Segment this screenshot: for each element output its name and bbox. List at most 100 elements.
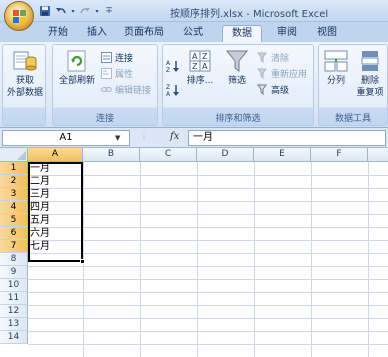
advanced-filter-icon [257, 84, 268, 96]
svg-text:A: A [202, 62, 208, 71]
column-header-d[interactable]: D [197, 148, 254, 162]
row-header[interactable]: 5 [0, 214, 28, 227]
properties-button[interactable]: 属性 [101, 67, 133, 80]
office-logo-icon [13, 10, 26, 23]
row-header[interactable]: 11 [0, 292, 28, 305]
edit-links-label: 编辑链接 [115, 86, 152, 96]
tab-insert[interactable]: 插入 [80, 25, 114, 42]
sort-filter-group: AZ ZA A Z Z A 排序... 筛选 清除 重新应用 高级 排序和筛选 [162, 44, 314, 126]
get-external-data-group: 获取 外部数据 [2, 44, 46, 126]
select-all-corner[interactable] [0, 148, 28, 162]
remove-duplicates-button[interactable]: 删除 重复项 [353, 49, 387, 99]
dropdown-arrow-icon[interactable]: ▾ [94, 4, 100, 18]
row-header[interactable]: 9 [0, 266, 28, 279]
grid-line [368, 162, 369, 357]
column-header-e[interactable]: E [254, 148, 311, 162]
properties-label: 属性 [115, 70, 134, 80]
grid-line [28, 279, 388, 280]
refresh-icon [64, 49, 90, 73]
save-icon[interactable] [38, 4, 52, 18]
row-header[interactable]: 2 [0, 175, 28, 188]
filter-label: 筛选 [227, 76, 246, 86]
sort-button[interactable]: A Z Z A 排序... [183, 49, 217, 87]
row-header[interactable]: 13 [0, 318, 28, 331]
data-tools-group-label: 数据工具 [334, 114, 371, 124]
dropdown-arrow-icon[interactable]: ▾ [70, 4, 76, 18]
grid-line [140, 162, 141, 357]
remove-duplicates-label-1: 删除 [360, 76, 379, 86]
undo-icon[interactable] [54, 4, 68, 18]
row-header[interactable]: 1 [0, 162, 28, 175]
row-header[interactable]: 3 [0, 188, 28, 201]
column-header-f[interactable]: F [311, 148, 368, 162]
connections-group: 全部刷新 连接 属性 编辑链接 连接 [52, 44, 158, 126]
row-header[interactable]: 6 [0, 227, 28, 240]
insert-function-icon[interactable]: fx [170, 131, 179, 142]
text-to-columns-button[interactable]: 分列 [321, 49, 351, 87]
selected-range [28, 162, 83, 262]
redo-icon[interactable] [78, 4, 92, 18]
column-header-c[interactable]: C [140, 148, 197, 162]
get-external-data-label-2: 外部数据 [6, 88, 43, 98]
clear-label: 清除 [271, 54, 290, 64]
formula-input[interactable]: 一月 [188, 130, 386, 146]
tab-formulas[interactable]: 公式 [176, 25, 210, 42]
row-header[interactable]: 7 [0, 240, 28, 253]
row-header[interactable]: 12 [0, 305, 28, 318]
clear-filter-icon [257, 52, 268, 64]
advanced-filter-button[interactable]: 高级 [257, 83, 289, 96]
sort-descending-button[interactable]: ZA [166, 83, 180, 98]
remove-duplicates-icon [357, 49, 383, 73]
connections-group-label: 连接 [95, 114, 114, 124]
row-header[interactable]: 4 [0, 201, 28, 214]
clear-filter-button[interactable]: 清除 [257, 51, 289, 64]
get-external-data-label-1: 获取 [15, 76, 34, 86]
sort-descending-icon: ZA [166, 83, 180, 98]
row-header[interactable]: 8 [0, 253, 28, 266]
svg-text:A: A [192, 52, 198, 61]
window-title: 按顺序排列.xlsx - Microsoft Excel [170, 9, 329, 20]
tab-view[interactable]: 视图 [310, 25, 344, 42]
sort-ascending-icon: AZ [166, 59, 180, 74]
database-icon [12, 49, 38, 73]
quick-access-toolbar: ▾ ▾ ∓ [38, 3, 116, 19]
formula-bar-grip-icon: ⋮ [140, 132, 148, 141]
grid-line [28, 292, 388, 293]
sort-label: 排序... [186, 76, 214, 86]
row-header[interactable]: 14 [0, 331, 28, 344]
tab-data[interactable]: 数据 [222, 25, 262, 42]
grid-line [197, 162, 198, 357]
grid-line [311, 162, 312, 357]
row-header[interactable]: 10 [0, 279, 28, 292]
reapply-label: 重新应用 [271, 70, 308, 80]
edit-links-button[interactable]: 编辑链接 [101, 83, 151, 96]
refresh-all-label: 全部刷新 [58, 76, 95, 86]
svg-text:Z: Z [166, 84, 170, 91]
grid-line [254, 162, 255, 357]
ribbon-tab-bar: 开始 插入 页面布局 公式 数据 审阅 视图 [0, 22, 388, 42]
tab-home[interactable]: 开始 [40, 25, 76, 42]
formula-bar: A1 ▼ ⋮ fx 一月 [0, 128, 388, 148]
connections-label: 连接 [115, 54, 134, 64]
reapply-button[interactable]: 重新应用 [257, 67, 307, 80]
tab-page-layout[interactable]: 页面布局 [118, 25, 170, 42]
refresh-all-button[interactable]: 全部刷新 [55, 49, 99, 87]
fill-handle[interactable] [80, 259, 85, 264]
office-button[interactable] [4, 1, 34, 31]
column-header-a[interactable]: A [28, 148, 83, 162]
column-header-b[interactable]: B [83, 148, 140, 162]
tab-review[interactable]: 审阅 [270, 25, 304, 42]
grid-line [28, 331, 388, 332]
get-external-data-button[interactable]: 获取 外部数据 [5, 49, 45, 99]
customize-icon[interactable]: ∓ [102, 4, 116, 18]
column-header-g-partial[interactable] [368, 148, 388, 162]
connections-icon [101, 52, 112, 63]
connections-button[interactable]: 连接 [101, 51, 133, 64]
sort-ascending-button[interactable]: AZ [166, 59, 180, 74]
text-to-columns-icon [323, 49, 349, 73]
sort-filter-group-label: 排序和筛选 [215, 114, 261, 124]
name-box-dropdown-icon[interactable]: ▼ [115, 134, 120, 142]
filter-button[interactable]: 筛选 [221, 49, 253, 87]
name-box[interactable]: A1 [2, 130, 130, 146]
title-bar: ▾ ▾ ∓ 按顺序排列.xlsx - Microsoft Excel [0, 0, 388, 22]
